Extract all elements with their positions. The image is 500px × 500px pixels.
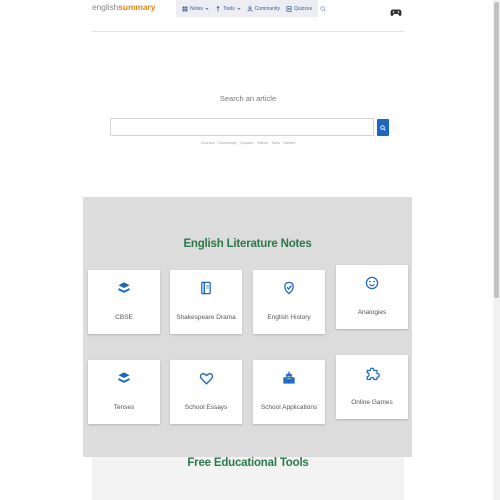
card-label: School Applications — [260, 404, 318, 411]
notes-icon — [182, 6, 188, 11]
chevron-down-icon — [205, 7, 209, 10]
cbse-icon — [118, 282, 130, 293]
notes-title: English Literature Notes — [183, 238, 312, 250]
history-icon — [284, 281, 294, 295]
card-shakespeare-drama[interactable]: Shakespeare Drama — [170, 270, 242, 334]
search-input[interactable] — [110, 118, 374, 136]
nav-tools-label: Tools — [223, 5, 235, 12]
nav-notes[interactable]: Notes — [180, 6, 211, 12]
building-icon — [283, 371, 295, 384]
card-analogies[interactable]: Analogies — [336, 265, 408, 329]
search-icon — [380, 124, 386, 131]
nav-community-label: Community — [254, 5, 281, 12]
card-english-history[interactable]: English History — [253, 270, 325, 334]
logo-text-english: english — [92, 2, 119, 12]
tools-title: Free Educational Tools — [187, 457, 309, 469]
main-nav: Notes Tools Community Quizzes — [176, 0, 326, 17]
community-icon — [247, 5, 253, 12]
nav-notes-label: Notes — [190, 5, 204, 12]
header: englishsummary Notes Tools Community Qui… — [0, 0, 500, 18]
heart-icon — [199, 372, 213, 385]
card-tenses[interactable]: Tenses — [88, 360, 160, 424]
quizzes-icon — [286, 5, 292, 12]
book-icon — [201, 281, 211, 295]
puzzle-icon — [366, 367, 380, 381]
card-label: Analogies — [357, 309, 387, 316]
gamepad-icon — [390, 9, 402, 17]
card-label: English History — [267, 314, 311, 321]
nav-search[interactable] — [318, 5, 328, 12]
chevron-down-icon — [237, 7, 241, 10]
smile-icon — [365, 276, 379, 290]
card-school-applications[interactable]: School Applications — [253, 360, 325, 424]
search-label: Search an article — [219, 94, 277, 103]
card-cbse[interactable]: CBSE — [88, 270, 160, 334]
scrollbar-thumb[interactable] — [494, 2, 499, 298]
nav-tools[interactable]: Tools — [213, 6, 243, 12]
tenses-icon — [118, 372, 130, 383]
search-icon — [320, 5, 326, 12]
card-label: School Essays — [184, 404, 228, 411]
card-label: Online Games — [351, 399, 393, 406]
nav-community[interactable]: Community — [245, 6, 282, 12]
search-hints: Courses · Community · Quizzes · Videos ·… — [200, 141, 296, 145]
site-logo[interactable]: englishsummary — [92, 2, 155, 12]
card-label: CBSE — [115, 314, 133, 321]
header-divider — [92, 17, 404, 32]
nav-quizzes[interactable]: Quizzes — [284, 6, 314, 12]
tools-icon — [216, 5, 220, 11]
nav-quizzes-label: Quizzes — [294, 5, 313, 12]
card-school-essays[interactable]: School Essays — [170, 360, 242, 424]
search-button[interactable] — [377, 119, 389, 136]
logo-text-summary: summary — [118, 2, 156, 12]
card-online-games[interactable]: Online Games — [336, 355, 408, 419]
card-label: Tenses — [113, 404, 135, 411]
card-label: Shakespeare Drama — [176, 314, 236, 321]
